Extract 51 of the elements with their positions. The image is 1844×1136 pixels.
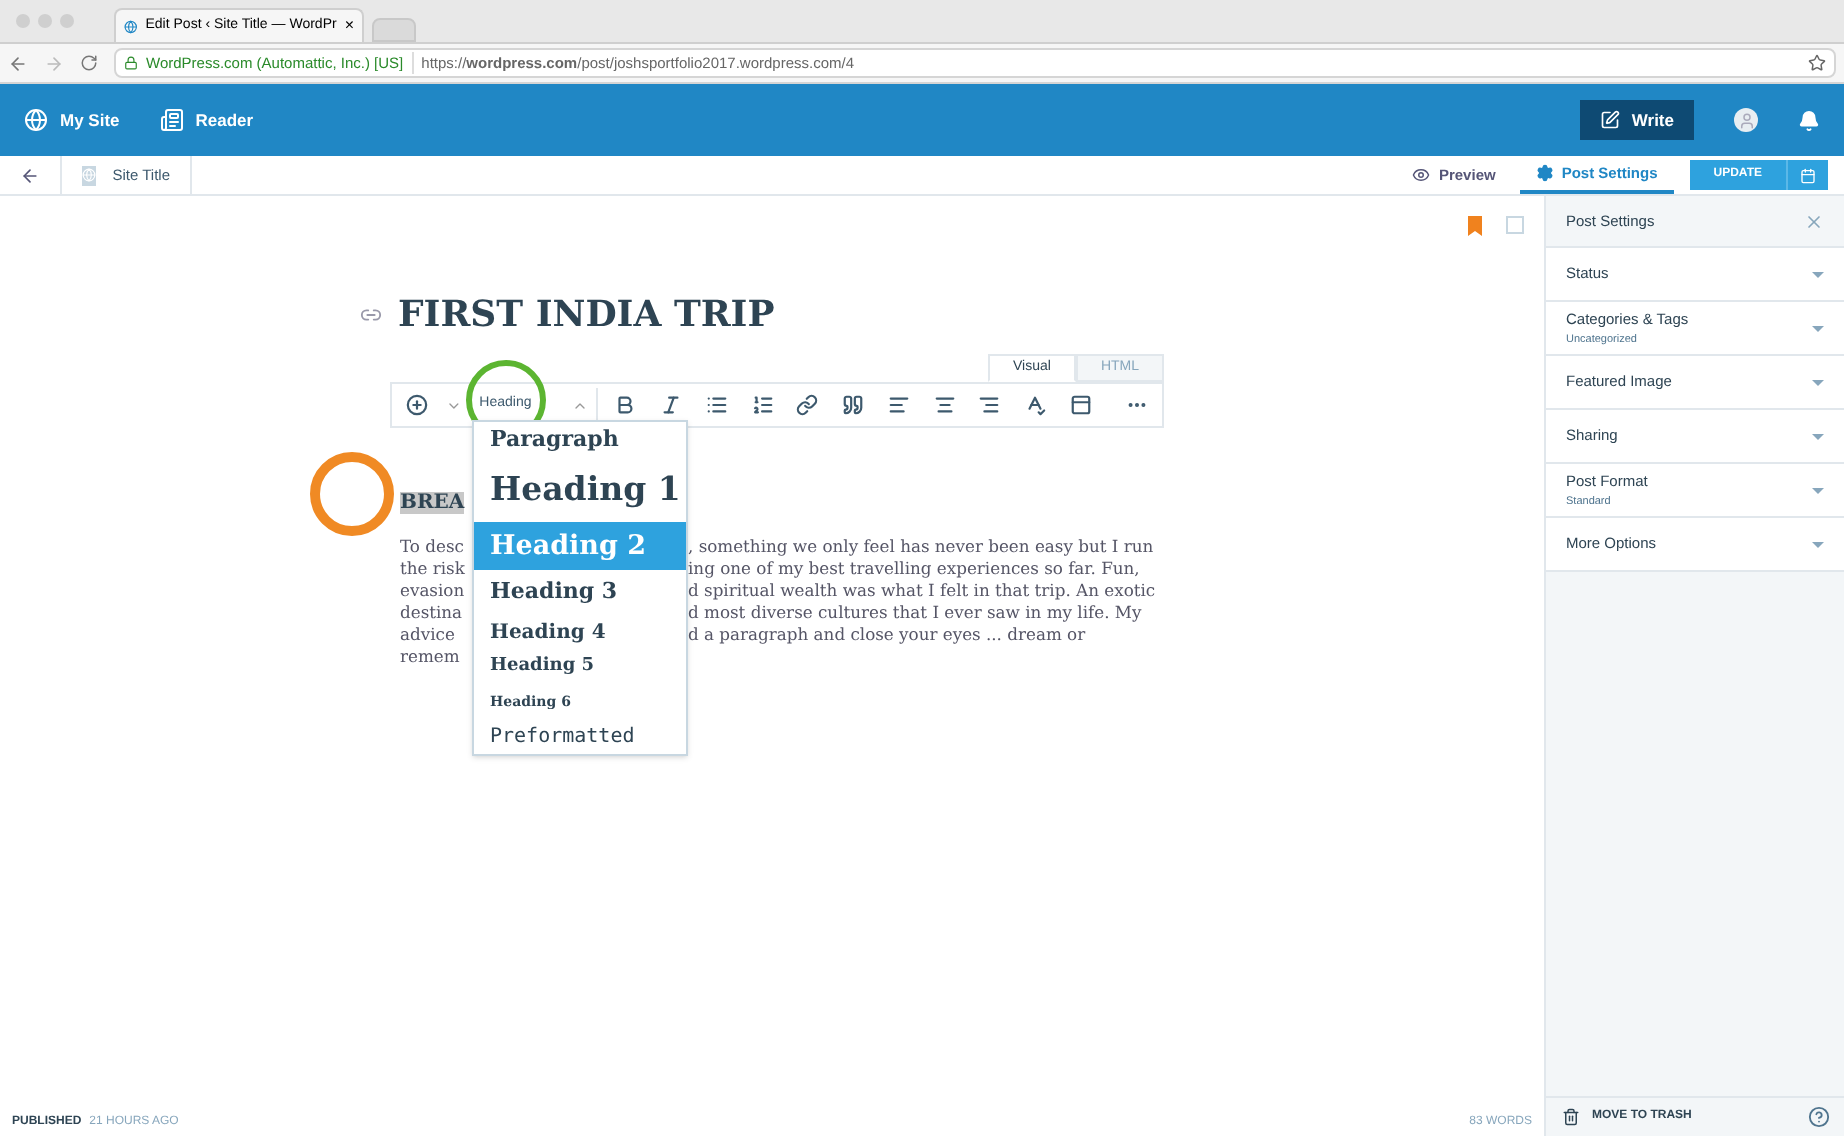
calendar-icon	[1800, 167, 1816, 183]
schedule-button[interactable]	[1788, 160, 1828, 190]
bookmark-star-icon[interactable]	[1808, 54, 1826, 72]
caret-icon	[1812, 325, 1824, 331]
body-text: d spiritual wealth was what I felt in that trip. An exotic	[688, 580, 1158, 602]
body-text: To desc	[400, 536, 464, 558]
format-option[interactable]: Heading 5	[474, 650, 686, 686]
reload-icon[interactable]	[80, 54, 98, 72]
permalink-icon[interactable]	[360, 304, 382, 326]
format-option[interactable]: Heading 3	[474, 570, 686, 614]
site-favicon-icon	[124, 17, 138, 35]
caret-icon	[1812, 487, 1824, 493]
highlight-ring	[310, 452, 394, 536]
masterbar-link[interactable]: My Site	[24, 107, 120, 133]
masterbar-link[interactable]: Reader	[159, 107, 254, 133]
caret-icon	[1812, 433, 1824, 439]
body-text: d a paragraph and close your eyes ... dream or	[688, 624, 1088, 646]
avatar-icon[interactable]	[1734, 108, 1758, 132]
edit-icon	[1599, 110, 1620, 130]
format-option[interactable]: Preformatted	[474, 718, 686, 754]
bookmark-icon[interactable]	[1468, 216, 1482, 236]
post-title[interactable]: FIRST INDIA TRIP	[398, 288, 775, 342]
body-text: the risk	[400, 558, 464, 580]
body-text: advice	[400, 624, 457, 646]
trash-icon	[1562, 1108, 1580, 1126]
body-text: ing one of my best travelling experiences so far. Fun,	[688, 558, 1142, 580]
help-icon[interactable]	[1808, 1106, 1830, 1128]
lock-icon	[124, 56, 138, 70]
caret-icon	[1812, 379, 1824, 385]
reader-icon	[159, 108, 184, 132]
close-icon[interactable]	[1804, 211, 1824, 231]
heading-text[interactable]: BREA	[400, 492, 465, 514]
body-text: destina	[400, 602, 464, 624]
write-button[interactable]: Write	[1579, 100, 1694, 140]
back-icon[interactable]	[20, 165, 40, 185]
back-icon[interactable]	[8, 53, 28, 73]
caret-icon	[1812, 271, 1824, 277]
format-option[interactable]: Paragraph	[474, 422, 686, 458]
body-text: remem	[400, 646, 462, 668]
format-option[interactable]: Heading 1	[474, 458, 686, 522]
format-option[interactable]: Heading 4	[474, 614, 686, 650]
body-text: , something we only feel has never been easy but I run	[688, 536, 1156, 558]
caret-icon	[1812, 541, 1824, 547]
chevron-down-icon[interactable]	[445, 397, 462, 413]
site-icon	[82, 165, 97, 185]
tab-close[interactable]: ×	[344, 14, 354, 38]
body-text: evasion	[400, 580, 464, 602]
eye-icon	[1412, 166, 1431, 184]
notification-icon[interactable]	[1798, 109, 1820, 131]
gear-icon	[1535, 164, 1554, 182]
body-text: d most diverse cultures that I ever saw in my life. My	[688, 602, 1144, 624]
